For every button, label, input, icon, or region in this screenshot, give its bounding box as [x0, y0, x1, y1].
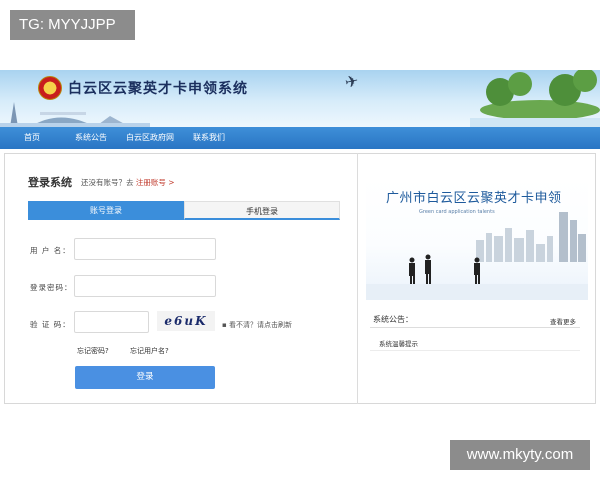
- forgot-password-link[interactable]: 忘记密码?: [77, 346, 109, 356]
- login-button[interactable]: 登录: [75, 366, 215, 389]
- nav-item-contact[interactable]: 联系我们: [193, 127, 225, 149]
- watermark-top-left: TG: MYYJJPP: [10, 10, 135, 40]
- notice-item-divider: [370, 350, 580, 351]
- refresh-text: 看不清？请点击刷新: [228, 321, 292, 329]
- cityscape-illustration: [0, 102, 150, 127]
- captcha-image[interactable]: e6uK: [157, 311, 215, 331]
- promo-subtitle: Green card application talents: [419, 209, 495, 215]
- register-hint: 还没有账号？去 注册账号 >: [81, 177, 175, 188]
- captcha-refresh-hint[interactable]: ▪ 看不清？请点击刷新: [222, 320, 292, 330]
- captcha-input[interactable]: [74, 311, 149, 333]
- notice-more-link[interactable]: 查看更多: [550, 316, 576, 326]
- nav-item-home[interactable]: 首页: [24, 127, 40, 149]
- header-banner: 白云区云聚英才卡申领系统 ✈: [0, 70, 600, 127]
- nav-item-announcements[interactable]: 系统公告: [75, 127, 107, 149]
- notice-item[interactable]: 系统温馨提示: [379, 338, 418, 348]
- site-title: 白云区云聚英才卡申领系统: [68, 81, 248, 97]
- island-illustration: [470, 70, 600, 127]
- username-input[interactable]: [74, 238, 216, 260]
- captcha-label: 验 证 码：: [30, 320, 71, 329]
- main-nav: 首页 系统公告 白云区政府网 联系我们: [0, 127, 600, 149]
- watermark-bottom-right: www.mkyty.com: [450, 440, 590, 470]
- page: 白云区云聚英才卡申领系统 ✈ 首页 系统公告 白云区政府网 联系我们 登录系统 …: [0, 0, 600, 480]
- tab-account-login[interactable]: 账号登录: [28, 201, 184, 220]
- username-label: 用 户 名：: [30, 246, 71, 255]
- forgot-username-link[interactable]: 忘记用户名?: [130, 346, 169, 356]
- column-divider: [357, 153, 358, 404]
- nav-item-gov-site[interactable]: 白云区政府网: [126, 127, 174, 149]
- tab-phone-login[interactable]: 手机登录: [184, 201, 340, 220]
- national-emblem-icon: [38, 76, 62, 100]
- register-link[interactable]: 注册账号 >: [136, 178, 175, 187]
- password-label: 登录密码：: [30, 283, 73, 292]
- notice-divider: [370, 327, 580, 328]
- notice-heading: 系统公告：: [373, 315, 413, 324]
- airplane-icon: ✈: [343, 70, 361, 93]
- register-prompt: 还没有账号？去: [81, 178, 134, 187]
- login-title: 登录系统: [28, 176, 72, 189]
- promo-title: 广州市白云区云聚英才卡申领: [386, 191, 562, 206]
- password-input[interactable]: [74, 275, 216, 297]
- bullet-icon: ▪: [222, 321, 229, 329]
